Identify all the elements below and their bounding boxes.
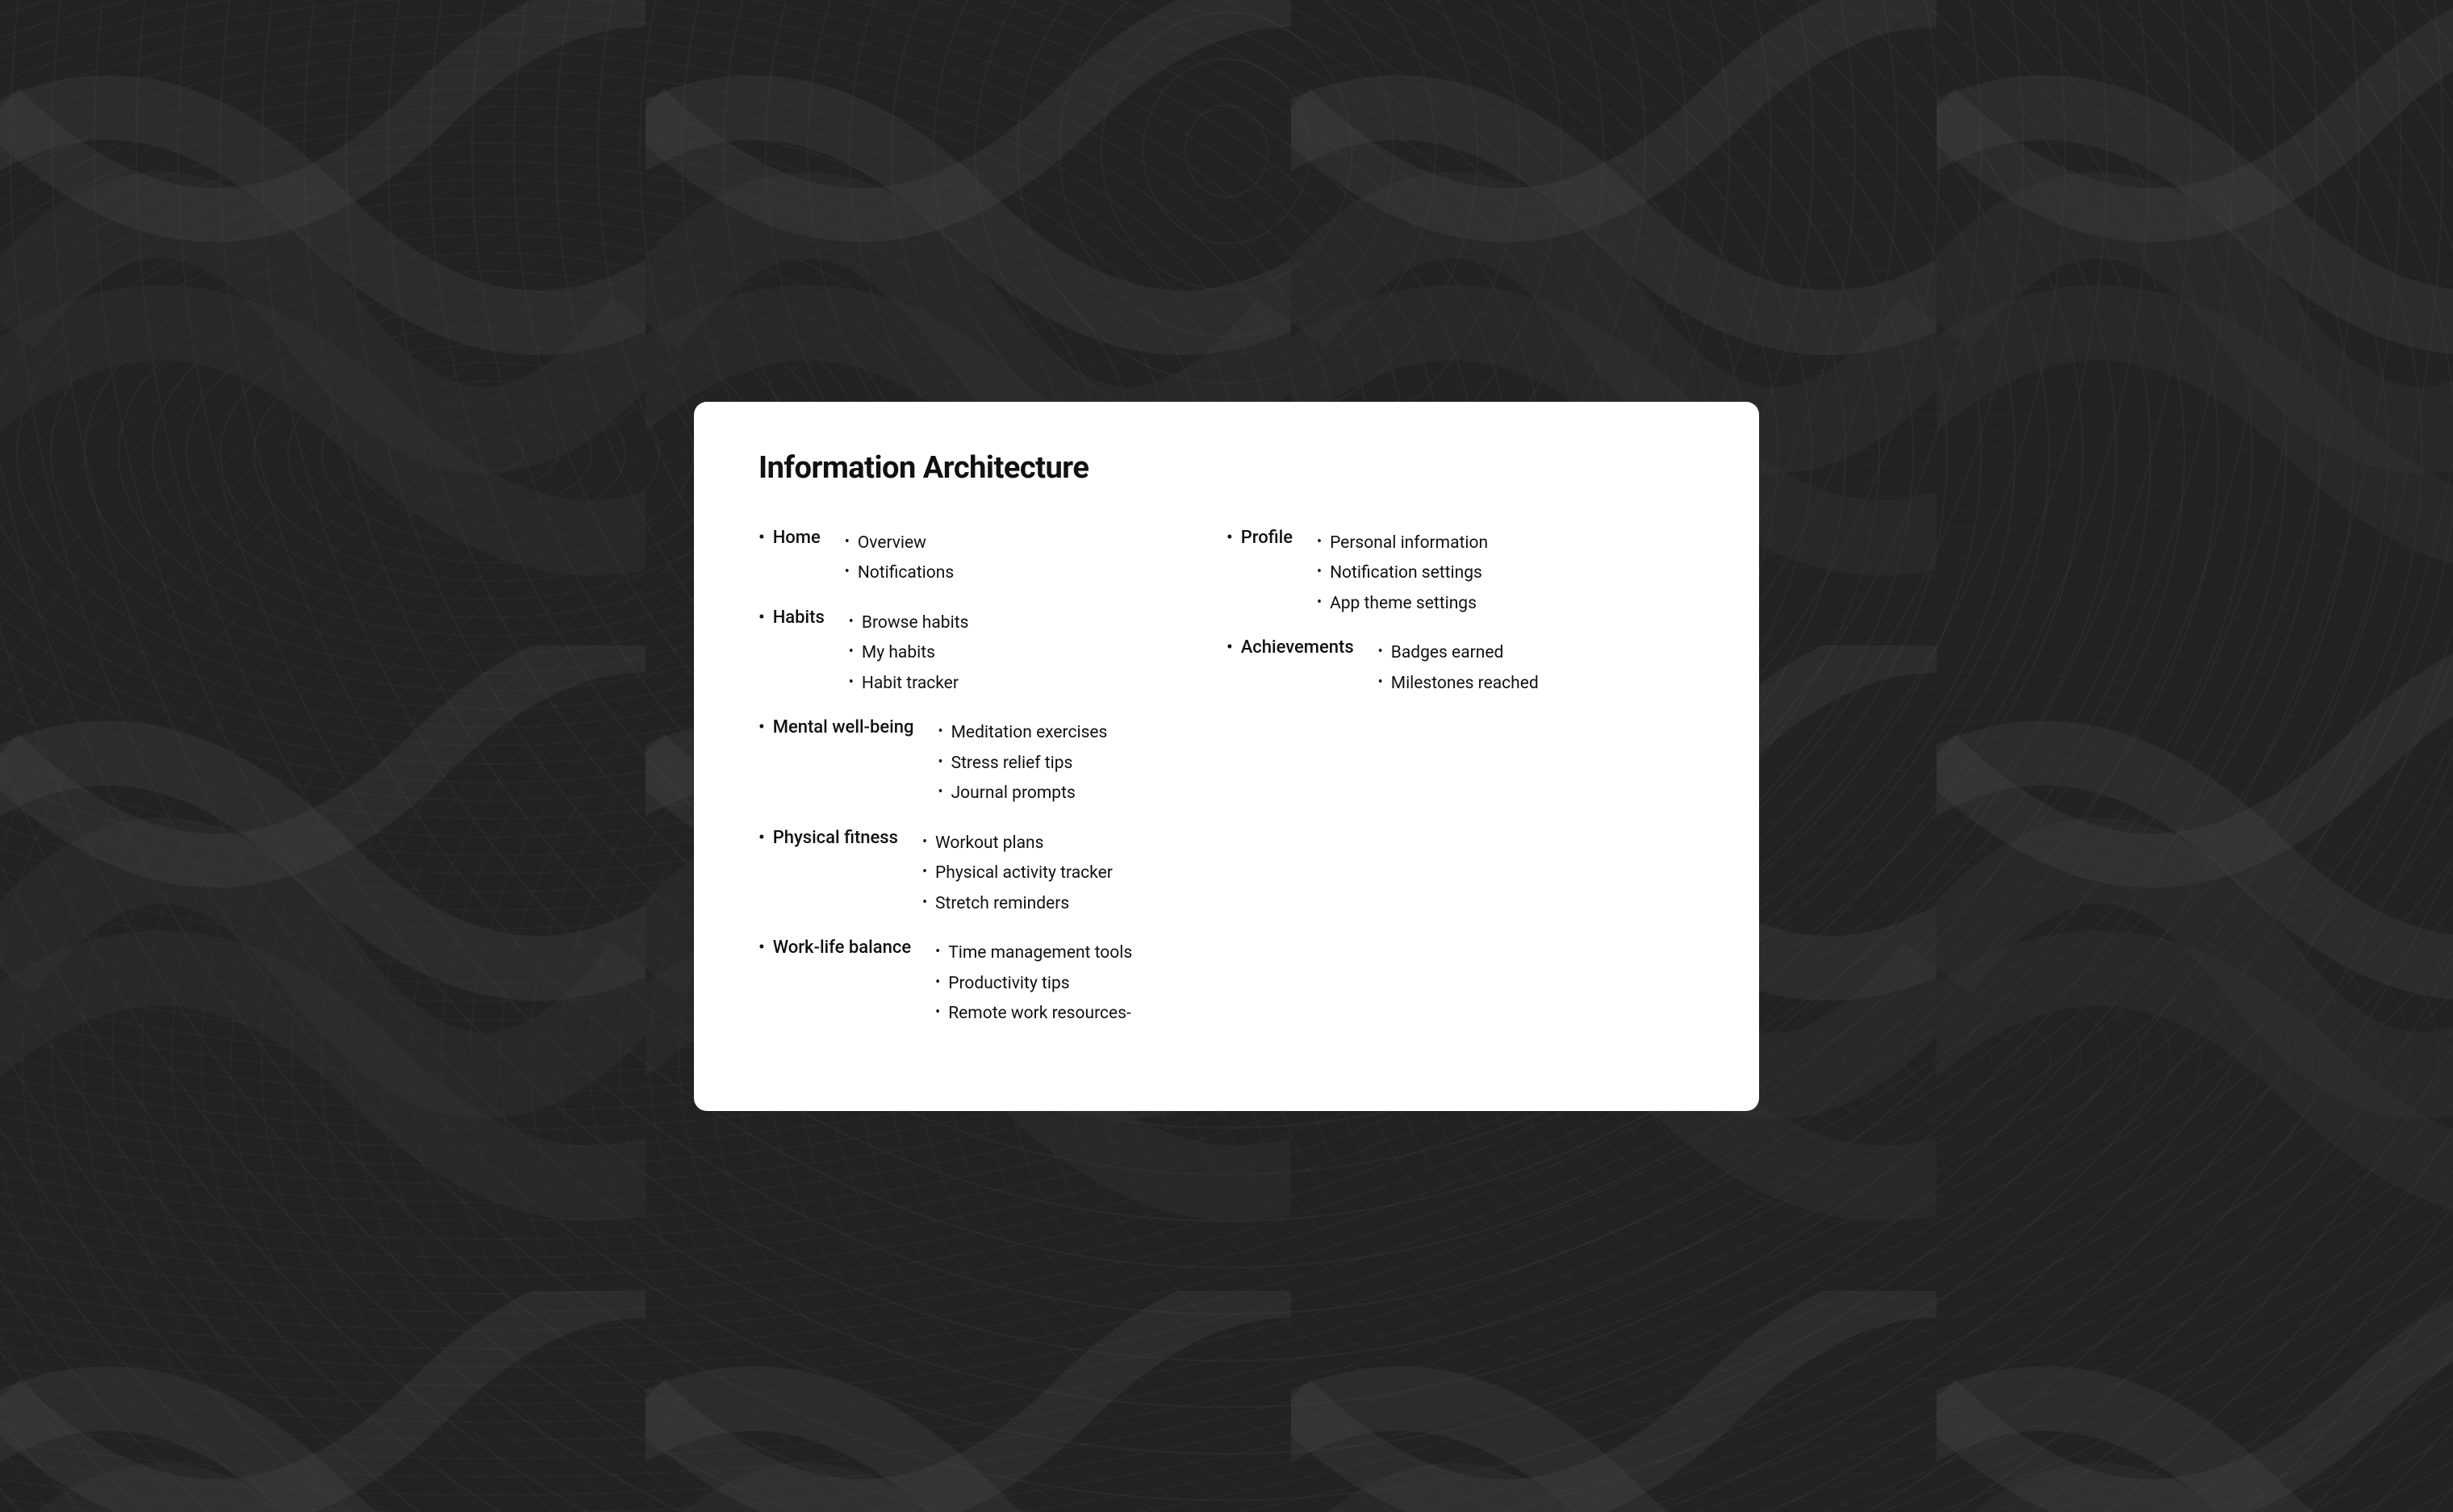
sub-level-label: Physical activity tracker: [935, 861, 1113, 887]
top-level-item: Mental well-being Meditation exercises Str…: [758, 716, 1194, 820]
sub-list: Browse habits My habits Habit tracker: [849, 611, 969, 702]
top-level-label: Habits: [773, 606, 825, 631]
sub-level-label: Remote work resources-: [948, 1001, 1131, 1027]
sub-level-item: Time management tools: [935, 941, 1132, 967]
top-level-item: Home Overview Notifications: [758, 526, 1194, 599]
left-list: Home Overview Notifications Habits Browse ha…: [758, 526, 1194, 1040]
content-columns: Home Overview Notifications Habits Browse ha…: [758, 526, 1695, 1046]
sub-level-item: App theme settings: [1317, 591, 1488, 617]
sub-level-label: Milestones reached: [1391, 671, 1539, 697]
sub-level-label: Notifications: [858, 561, 954, 587]
left-column: Home Overview Notifications Habits Browse ha…: [758, 526, 1226, 1046]
sub-level-item: Meditation exercises: [938, 720, 1108, 746]
top-level-label: Mental well-being: [773, 716, 914, 741]
top-level-item: Physical fitness Workout plans Physical ac…: [758, 826, 1194, 930]
sub-list: Overview Notifications: [845, 531, 954, 591]
sub-list: Workout plans Physical activity tracker St…: [922, 831, 1113, 922]
right-list: Profile Personal information Notification …: [1226, 526, 1662, 710]
sub-list: Badges earned Milestones reached: [1378, 641, 1539, 701]
sub-level-label: Stress relief tips: [951, 751, 1073, 777]
sub-list: Personal information Notification setting…: [1317, 531, 1488, 622]
sub-level-label: Stretch reminders: [935, 892, 1069, 917]
top-level-item: Habits Browse habits My habits Habit tracke…: [758, 606, 1194, 710]
sub-level-item: Personal information: [1317, 531, 1488, 557]
sub-level-item: Habit tracker: [849, 671, 969, 697]
top-level-label: Work-life balance: [773, 936, 911, 961]
sub-level-label: Time management tools: [948, 941, 1132, 967]
sub-level-label: Personal information: [1330, 531, 1488, 557]
sub-level-label: Meditation exercises: [951, 720, 1108, 746]
top-level-item: Achievements Badges earned Milestones reac…: [1226, 636, 1662, 709]
sub-level-item: Workout plans: [922, 831, 1113, 857]
sub-level-label: Browse habits: [862, 611, 969, 637]
sub-level-label: My habits: [862, 641, 935, 666]
sub-level-item: Badges earned: [1378, 641, 1539, 666]
sub-level-item: Notifications: [845, 561, 954, 587]
top-level-item: Work-life balance Time management tools Pr…: [758, 936, 1194, 1040]
top-level-label: Profile: [1241, 526, 1293, 551]
sub-level-item: Journal prompts: [938, 781, 1108, 807]
sub-level-item: Stretch reminders: [922, 892, 1113, 917]
sub-level-label: Badges earned: [1391, 641, 1504, 666]
page-title: Information Architecture: [758, 450, 1695, 486]
top-level-label: Home: [773, 526, 821, 551]
sub-level-label: Workout plans: [935, 831, 1043, 857]
sub-list: Meditation exercises Stress relief tips Jo…: [938, 720, 1108, 812]
sub-level-item: Productivity tips: [935, 971, 1132, 997]
top-level-label: Physical fitness: [773, 826, 898, 851]
right-column: Profile Personal information Notification …: [1226, 526, 1695, 716]
sub-list: Time management tools Productivity tips Re…: [935, 941, 1132, 1032]
main-card: Information Architecture Home Overview Not…: [694, 402, 1759, 1111]
top-level-label: Achievements: [1241, 636, 1354, 661]
sub-level-label: Habit tracker: [862, 671, 959, 697]
sub-level-label: Notification settings: [1330, 561, 1482, 587]
sub-level-label: App theme settings: [1330, 591, 1477, 617]
sub-level-item: Overview: [845, 531, 954, 557]
sub-level-item: Physical activity tracker: [922, 861, 1113, 887]
top-level-item: Profile Personal information Notification …: [1226, 526, 1662, 630]
sub-level-item: Remote work resources-: [935, 1001, 1132, 1027]
sub-level-item: Milestones reached: [1378, 671, 1539, 697]
sub-level-item: Stress relief tips: [938, 751, 1108, 777]
sub-level-label: Journal prompts: [951, 781, 1076, 807]
sub-level-label: Overview: [858, 531, 926, 557]
sub-level-label: Productivity tips: [948, 971, 1069, 997]
sub-level-item: My habits: [849, 641, 969, 666]
sub-level-item: Browse habits: [849, 611, 969, 637]
sub-level-item: Notification settings: [1317, 561, 1488, 587]
